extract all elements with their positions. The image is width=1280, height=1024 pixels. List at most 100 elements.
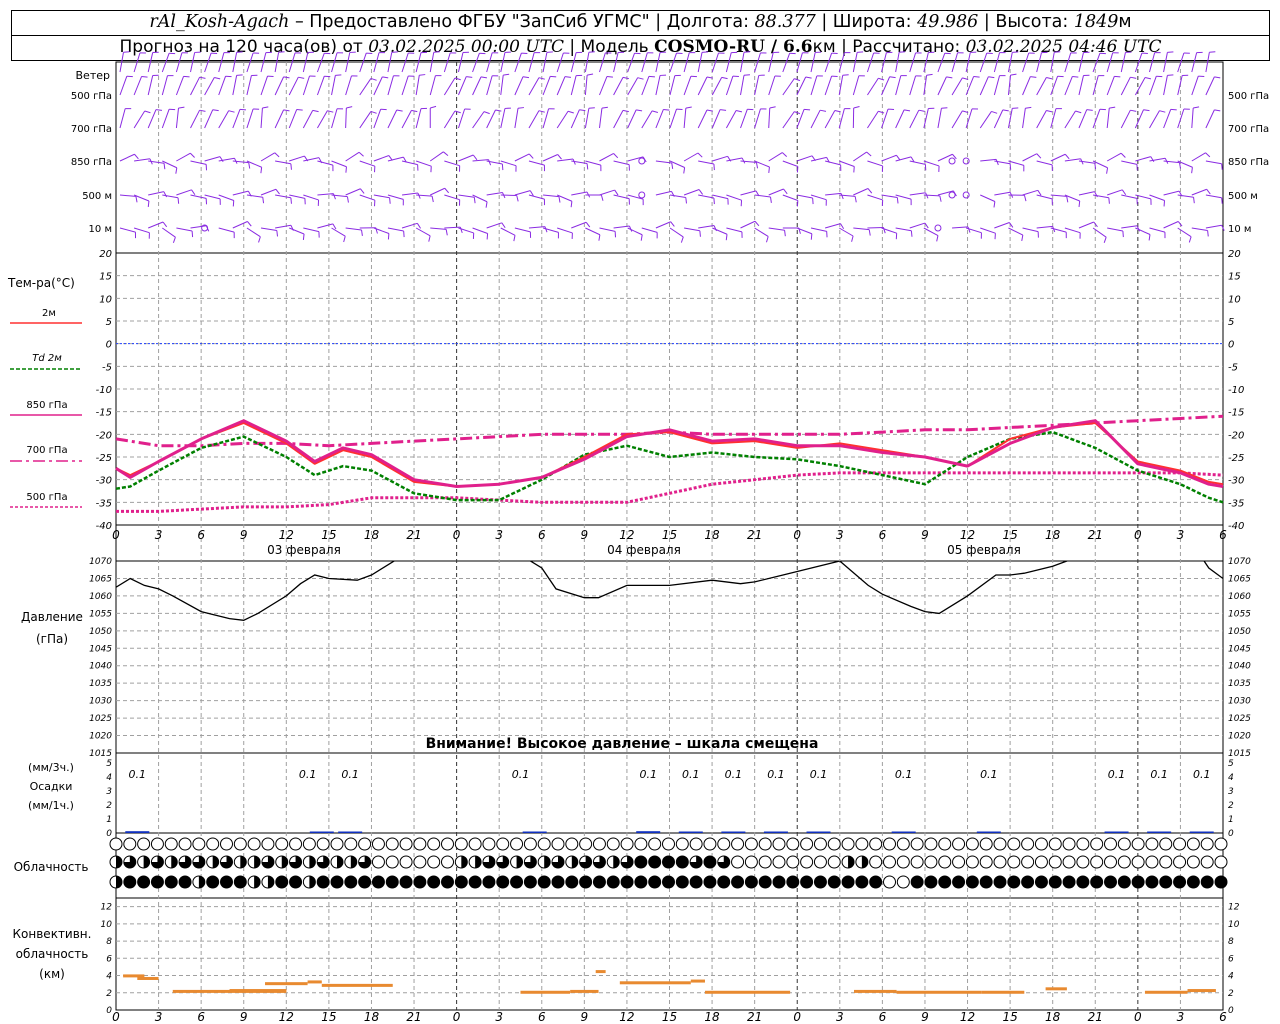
wind-barb-flag (396, 109, 403, 112)
cloud-outline (1214, 837, 1228, 851)
wind-barb-flag (1037, 190, 1042, 196)
wind-barb (853, 151, 867, 162)
wind-barb (669, 52, 677, 73)
cloud-full (413, 875, 427, 889)
cloud-symbol (1117, 855, 1131, 869)
cloud-symbol (592, 875, 606, 889)
cloud-full (316, 875, 330, 889)
wind-barb (472, 159, 489, 162)
wind-barb-flag (199, 76, 206, 79)
cloud-symbol (150, 875, 164, 889)
cloud-full (924, 875, 938, 889)
cloud-full (233, 875, 247, 889)
cloud-half (212, 856, 219, 868)
wind-barb-flag (433, 51, 440, 53)
wind-barb-flag (768, 166, 770, 174)
wind-barb (275, 194, 291, 199)
wind-barb (260, 227, 277, 231)
x-tick-label: 21 (747, 1010, 762, 1024)
cloud-outline (344, 837, 358, 851)
wind-barb (119, 108, 126, 129)
cloud-full (565, 875, 579, 889)
wind-barb (161, 53, 170, 73)
cloud-full (468, 875, 482, 889)
wind-barb (853, 227, 870, 231)
cloud-symbol (1173, 875, 1187, 889)
cloud-symbol (1173, 855, 1187, 869)
precip-label: 0.1 (299, 768, 317, 781)
wind-barb (867, 160, 883, 167)
cloud-symbol (1104, 837, 1117, 851)
cloud-symbol (454, 837, 468, 851)
cloud-symbol (1090, 875, 1104, 889)
cloud-symbol (192, 837, 206, 851)
wind-barb-flag (483, 111, 490, 115)
wind-barb-flag (345, 166, 347, 173)
wind-barb (768, 188, 784, 196)
cloud-outline (800, 837, 814, 851)
wind-barb (613, 77, 624, 96)
precip-bar (678, 831, 703, 833)
cloud-symbol (952, 875, 966, 889)
wind-barb (1177, 227, 1192, 238)
pressure-tick-left: 1045 (89, 644, 112, 654)
cloud-outline (399, 855, 413, 869)
cloud-outline (827, 855, 841, 869)
cloud-outline (1214, 855, 1228, 869)
wind-barb-flag (1193, 197, 1195, 204)
wind-barb (585, 227, 601, 236)
cloud-symbol (744, 875, 758, 889)
wind-barb (867, 110, 879, 129)
wind-barb (952, 226, 969, 229)
cloud-outline (468, 837, 482, 851)
wind-level-left: 500 м (82, 191, 112, 202)
wind-barb-flag (853, 106, 860, 109)
wind-barb (514, 76, 524, 96)
wind-barb-flag (567, 110, 574, 114)
wind-barb-flag (382, 76, 389, 79)
precip-bar (309, 831, 334, 833)
temp-tick-right: -10 (1228, 385, 1244, 396)
wind-barb (726, 227, 743, 233)
wind-barb (542, 227, 559, 233)
wind-barb (937, 53, 946, 73)
wind-barb (373, 227, 390, 234)
cloud-symbol (689, 855, 703, 869)
cloud-outline (413, 855, 427, 869)
wind-level-right: 850 гПа (1228, 157, 1269, 168)
cloud-outline (1034, 855, 1048, 869)
wind-barb (994, 160, 1011, 165)
wind-barb-flag (558, 196, 561, 203)
x-tick-label: 15 (1002, 528, 1017, 542)
precip-tick-right: 2 (1228, 801, 1234, 811)
wind-barb (937, 153, 953, 162)
wind-barb (1163, 75, 1168, 96)
wind-barb-flag (622, 76, 629, 80)
pressure-tick-left: 1040 (89, 662, 112, 672)
wind-barb (669, 108, 677, 129)
cloud-symbol (565, 875, 579, 889)
x-tick-label: 3 (495, 528, 503, 542)
cloud-symbol (758, 837, 772, 851)
cloud-outline (744, 837, 758, 851)
cloud-half (171, 856, 178, 868)
temp-tick-left: -10 (96, 385, 112, 396)
x-tick-label: 0 (112, 1010, 120, 1024)
precip-tick-left: 3 (106, 787, 112, 797)
cloud-symbol (551, 875, 565, 889)
x-tick-label: 12 (960, 1010, 975, 1024)
cloud-full (358, 875, 372, 889)
precip-tick-right: 5 (1228, 759, 1234, 769)
cloud-symbol (316, 855, 330, 869)
precip-label: 0.1 (980, 768, 998, 781)
cloud-symbol (164, 837, 178, 851)
cloud-full (441, 875, 454, 889)
wind-barb (852, 75, 860, 96)
cloud-outline (634, 837, 648, 851)
wind-barb-flag (431, 196, 434, 203)
cloud-symbol (1214, 855, 1228, 869)
cloud-outline (385, 855, 399, 869)
cloud-symbol (827, 875, 841, 889)
temp-tick-left: 10 (99, 294, 112, 305)
wind-barb-flag (1075, 110, 1082, 114)
